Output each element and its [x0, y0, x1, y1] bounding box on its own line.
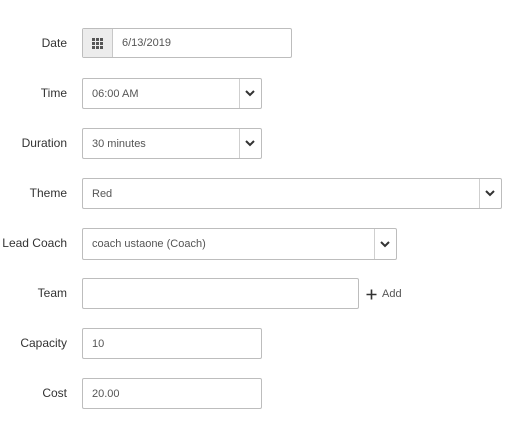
theme-value: Red	[92, 187, 113, 200]
team-input[interactable]	[82, 278, 359, 309]
lead-coach-value: coach ustaone (Coach)	[92, 238, 206, 250]
calendar-button[interactable]	[83, 29, 113, 57]
cost-input[interactable]: 20.00	[82, 378, 262, 409]
time-label: Time	[40, 86, 67, 100]
cost-value: 20.00	[92, 387, 120, 400]
chevron-down-icon[interactable]	[240, 129, 260, 158]
cost-label: Cost	[42, 386, 67, 400]
duration-value: 30 minutes	[92, 137, 146, 150]
plus-icon	[366, 289, 377, 299]
lead-coach-label: Lead Coach	[2, 236, 67, 250]
chevron-down-icon[interactable]	[480, 179, 500, 208]
time-value: 06:00 AM	[92, 87, 139, 100]
time-select[interactable]: 06:00 AM	[82, 78, 262, 109]
date-field[interactable]: 6/13/2019	[82, 28, 292, 58]
chevron-down-icon[interactable]	[240, 79, 260, 108]
team-label: Team	[37, 286, 67, 300]
chevron-down-icon[interactable]	[375, 229, 395, 259]
date-value: 6/13/2019	[122, 37, 171, 49]
lead-coach-select[interactable]: coach ustaone (Coach)	[82, 228, 397, 260]
capacity-input[interactable]: 10	[82, 328, 262, 359]
date-label: Date	[41, 36, 67, 50]
duration-select[interactable]: 30 minutes	[82, 128, 262, 159]
duration-label: Duration	[21, 136, 67, 150]
add-team-label: Add	[382, 288, 402, 300]
capacity-value: 10	[92, 337, 105, 350]
capacity-label: Capacity	[20, 336, 67, 350]
add-team-button[interactable]: Add	[366, 287, 402, 301]
theme-select[interactable]: Red	[82, 178, 502, 209]
calendar-grid-icon	[92, 37, 103, 49]
theme-label: Theme	[29, 186, 67, 200]
